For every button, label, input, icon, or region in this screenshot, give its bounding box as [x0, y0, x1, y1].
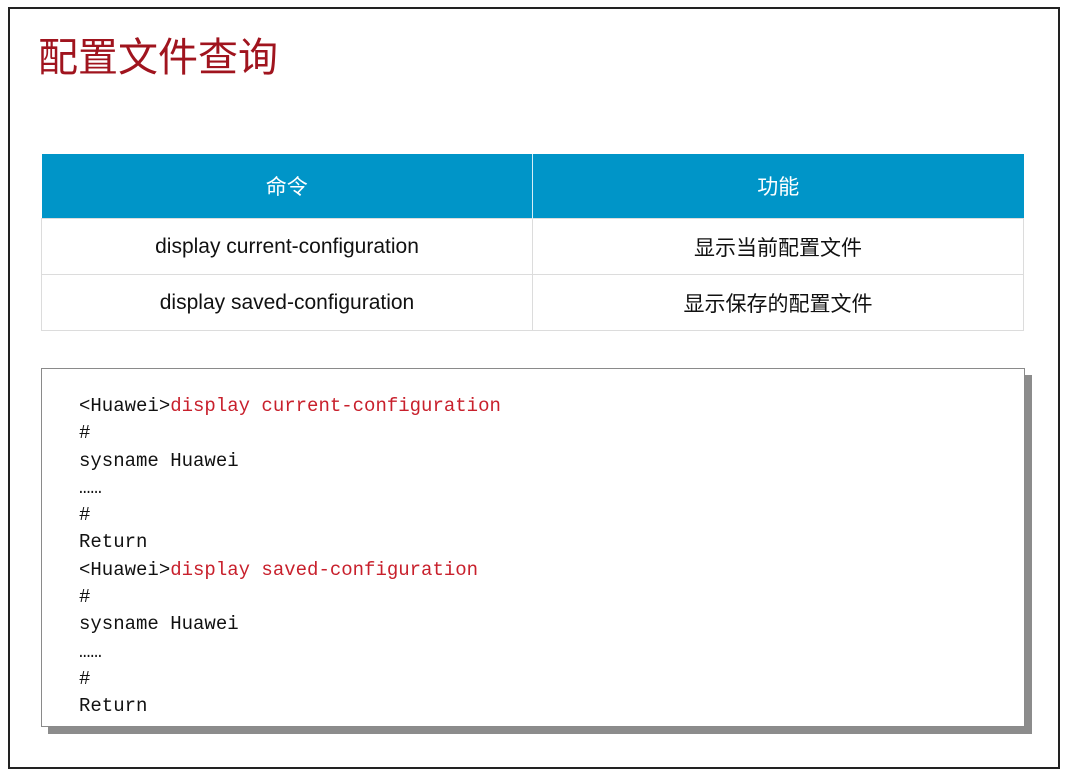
cli-output: # — [79, 422, 91, 445]
code-line: # — [79, 420, 1024, 447]
table-row: display saved-configuration 显示保存的配置文件 — [41, 274, 1024, 331]
code-line: Return — [79, 529, 1024, 556]
table-row: display current-configuration 显示当前配置文件 — [41, 218, 1024, 275]
cli-output: Return — [79, 531, 148, 554]
column-header-function: 功能 — [532, 154, 1024, 219]
function-cell: 显示保存的配置文件 — [532, 274, 1024, 331]
code-line: # — [79, 502, 1024, 529]
code-line: sysname Huawei — [79, 448, 1024, 475]
code-line: Return — [79, 693, 1024, 720]
column-header-command: 命令 — [41, 154, 533, 219]
code-line: …… — [79, 639, 1024, 666]
cli-command: display current-configuration — [170, 395, 501, 417]
cli-output: # — [79, 504, 91, 527]
code-line: # — [79, 584, 1024, 611]
cli-output: sysname Huawei — [79, 613, 239, 636]
command-cell: display current-configuration — [41, 218, 533, 275]
code-line: …… — [79, 475, 1024, 502]
code-example-box: <Huawei>display current-configuration # … — [41, 368, 1025, 727]
cli-prompt: <Huawei> — [79, 395, 171, 417]
cli-output: Return — [79, 695, 148, 718]
page-title: 配置文件查询 — [38, 35, 278, 81]
table-header-row: 命令 功能 — [41, 154, 1024, 219]
cli-command: display saved-configuration — [170, 558, 479, 581]
code-line: # — [79, 666, 1024, 693]
cli-output: …… — [79, 476, 102, 499]
code-line: <Huawei>display current-configuration — [79, 393, 1024, 420]
cli-output: sysname Huawei — [79, 449, 239, 472]
code-line: sysname Huawei — [79, 611, 1024, 638]
cli-output: …… — [79, 640, 102, 663]
code-line: <Huawei>display saved-configuration — [79, 557, 1024, 584]
cli-prompt: <Huawei> — [79, 558, 171, 581]
cli-output: # — [79, 667, 91, 690]
function-cell: 显示当前配置文件 — [532, 218, 1024, 275]
cli-output: # — [79, 586, 91, 609]
command-table: 命令 功能 display current-configuration 显示当前… — [41, 154, 1024, 331]
command-cell: display saved-configuration — [41, 274, 533, 331]
